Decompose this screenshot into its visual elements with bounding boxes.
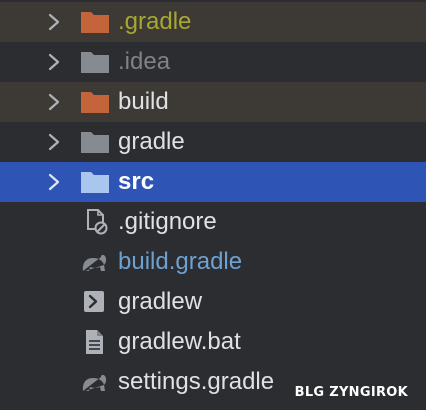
chevron-right-icon[interactable]	[44, 91, 64, 113]
chevron-right-icon[interactable]	[44, 51, 64, 73]
tree-item-build[interactable]: build	[0, 82, 426, 122]
tree-item-build-gradle[interactable]: build.gradle	[0, 242, 426, 282]
tree-item-label: .gitignore	[118, 208, 217, 235]
tree-item-label: .gradle	[118, 8, 192, 35]
watermark-text: BLG ZYNGIROK	[294, 385, 408, 400]
tree-item-label: .idea	[118, 48, 171, 75]
tree-item-label: build	[118, 88, 169, 115]
gradle-elephant-icon	[82, 374, 107, 391]
gradle-elephant-icon	[82, 254, 107, 271]
folder-icon	[81, 172, 109, 193]
project-tree: .gradle .idea build gradle src .gitignor…	[0, 0, 426, 410]
folder-icon	[81, 92, 109, 113]
tree-item-dot-gradle[interactable]: .gradle	[0, 2, 426, 42]
tree-item-gradle[interactable]: gradle	[0, 122, 426, 162]
chevron-right-icon[interactable]	[44, 131, 64, 153]
folder-icon	[81, 12, 109, 33]
tree-item-dot-idea[interactable]: .idea	[0, 42, 426, 82]
folder-icon	[81, 132, 109, 153]
tree-item-label: src	[118, 168, 155, 195]
tree-item-label: build.gradle	[118, 248, 243, 275]
tree-item-label: gradlew.bat	[118, 328, 241, 355]
tree-item-gradlew-bat[interactable]: gradlew.bat	[0, 322, 426, 362]
tree-item-src[interactable]: src	[0, 162, 426, 202]
text-file-icon	[86, 330, 103, 354]
shell-script-icon	[84, 291, 104, 312]
tree-item-label: settings.gradle	[118, 368, 275, 395]
tree-item-label: gradlew	[118, 288, 203, 315]
chevron-right-icon[interactable]	[44, 11, 64, 33]
chevron-right-icon[interactable]	[44, 171, 64, 193]
folder-icon	[81, 52, 109, 73]
tree-item-label: gradle	[118, 128, 185, 155]
tree-item-gitignore[interactable]: .gitignore	[0, 202, 426, 242]
ignored-file-icon	[87, 209, 108, 235]
tree-item-gradlew[interactable]: gradlew	[0, 282, 426, 322]
